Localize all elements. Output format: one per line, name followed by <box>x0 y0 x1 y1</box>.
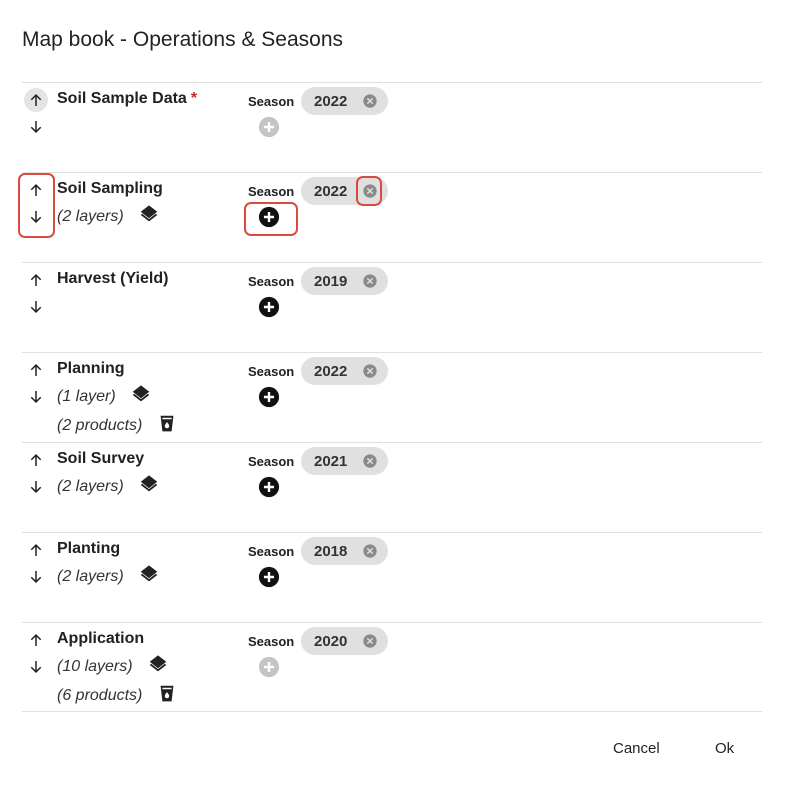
season-label: Season <box>248 634 295 649</box>
season-chip[interactable]: 2020 <box>301 627 388 655</box>
required-marker: * <box>190 90 198 107</box>
products-info: (2 products) <box>57 415 178 437</box>
season-chip[interactable]: 2022 <box>301 357 388 385</box>
season-value: 2022 <box>314 362 348 380</box>
add-circle-icon[interactable] <box>258 206 280 228</box>
move-down-icon[interactable] <box>24 205 48 229</box>
operation-row: Planting (2 layers) Season 2018 <box>22 532 762 622</box>
operation-row: Soil Survey (2 layers) Season 2021 <box>22 442 762 532</box>
layers-icon[interactable] <box>138 204 160 231</box>
products-count: (6 products) <box>57 687 143 704</box>
operations-list: Soil Sample Data * Season 2022 Soil Sampling… <box>22 82 762 712</box>
season-chip[interactable]: 2019 <box>301 267 388 295</box>
operation-name-text: Soil Survey <box>57 450 145 467</box>
season-chip[interactable]: 2022 <box>301 87 388 115</box>
operation-name-text: Planting <box>57 540 121 557</box>
layers-count: (2 layers) <box>57 208 124 225</box>
layers-info: (2 layers) <box>57 204 160 231</box>
season-value: 2022 <box>314 182 348 200</box>
season-value: 2022 <box>314 92 348 110</box>
cancel-button[interactable]: Cancel <box>613 740 660 757</box>
add-circle-icon[interactable] <box>258 656 280 678</box>
season-value: 2021 <box>314 452 348 470</box>
move-down-icon[interactable] <box>24 655 48 679</box>
operation-row: Soil Sample Data * Season 2022 <box>22 82 762 172</box>
operation-row: Application (10 layers) (6 products) Season… <box>22 622 762 712</box>
season-value: 2020 <box>314 632 348 650</box>
layers-count: (2 layers) <box>57 568 124 585</box>
cancel-circle-icon[interactable] <box>362 633 378 649</box>
product-bucket-icon[interactable] <box>156 413 178 440</box>
add-circle-icon[interactable] <box>258 116 280 138</box>
cancel-circle-icon[interactable] <box>362 453 378 469</box>
season-label: Season <box>248 364 295 379</box>
operation-name: Planting <box>57 540 124 558</box>
move-down-icon[interactable] <box>24 475 48 499</box>
operation-row: Soil Sampling (2 layers) Season 2022 <box>22 172 762 262</box>
move-up-icon[interactable] <box>24 538 48 562</box>
layers-info: (10 layers) <box>57 654 169 681</box>
season-value: 2019 <box>314 272 348 290</box>
add-circle-icon[interactable] <box>258 566 280 588</box>
operation-row: Planning (1 layer) (2 products) Season 2022 <box>22 352 762 442</box>
move-up-icon[interactable] <box>24 628 48 652</box>
operation-name-text: Harvest (Yield) <box>57 270 169 287</box>
layers-info: (1 layer) <box>57 384 152 411</box>
move-up-icon[interactable] <box>24 268 48 292</box>
layers-icon[interactable] <box>138 474 160 501</box>
operation-name: Harvest (Yield) <box>57 270 172 288</box>
layers-icon[interactable] <box>147 654 169 681</box>
operation-name: Application <box>57 630 148 648</box>
layers-info: (2 layers) <box>57 474 160 501</box>
layers-icon[interactable] <box>138 564 160 591</box>
operation-name-text: Soil Sample Data <box>57 90 187 107</box>
cancel-circle-icon[interactable] <box>362 543 378 559</box>
move-down-icon[interactable] <box>24 295 48 319</box>
add-circle-icon[interactable] <box>258 296 280 318</box>
operation-name: Soil Survey <box>57 450 148 468</box>
season-label: Season <box>248 454 295 469</box>
add-circle-icon[interactable] <box>258 476 280 498</box>
season-label: Season <box>248 544 295 559</box>
operation-name: Planning <box>57 360 129 378</box>
product-bucket-icon[interactable] <box>156 683 178 710</box>
move-down-icon[interactable] <box>24 385 48 409</box>
season-value: 2018 <box>314 542 348 560</box>
cancel-circle-icon[interactable] <box>362 363 378 379</box>
operation-name: Soil Sample Data * <box>57 90 197 108</box>
products-count: (2 products) <box>57 417 143 434</box>
operation-name-text: Application <box>57 630 145 647</box>
season-label: Season <box>248 184 295 199</box>
add-circle-icon[interactable] <box>258 386 280 408</box>
cancel-circle-icon[interactable] <box>362 93 378 109</box>
operation-name-text: Planning <box>57 360 125 377</box>
season-label: Season <box>248 94 295 109</box>
move-down-icon[interactable] <box>24 565 48 589</box>
season-chip[interactable]: 2018 <box>301 537 388 565</box>
operation-name: Soil Sampling <box>57 180 167 198</box>
operation-name-text: Soil Sampling <box>57 180 163 197</box>
season-chip[interactable]: 2022 <box>301 177 388 205</box>
ok-button[interactable]: Ok <box>715 740 734 757</box>
move-up-icon[interactable] <box>24 178 48 202</box>
dialog-title: Map book - Operations & Seasons <box>22 28 344 51</box>
move-up-icon[interactable] <box>24 448 48 472</box>
move-down-icon[interactable] <box>24 115 48 139</box>
move-up-icon[interactable] <box>24 88 48 112</box>
products-info: (6 products) <box>57 685 178 707</box>
layers-count: (2 layers) <box>57 478 124 495</box>
layers-icon[interactable] <box>130 384 152 411</box>
layers-info: (2 layers) <box>57 564 160 591</box>
cancel-circle-icon[interactable] <box>362 183 378 199</box>
season-label: Season <box>248 274 295 289</box>
layers-count: (10 layers) <box>57 658 133 675</box>
cancel-circle-icon[interactable] <box>362 273 378 289</box>
layers-count: (1 layer) <box>57 388 116 405</box>
operation-row: Harvest (Yield) Season 2019 <box>22 262 762 352</box>
move-up-icon[interactable] <box>24 358 48 382</box>
season-chip[interactable]: 2021 <box>301 447 388 475</box>
